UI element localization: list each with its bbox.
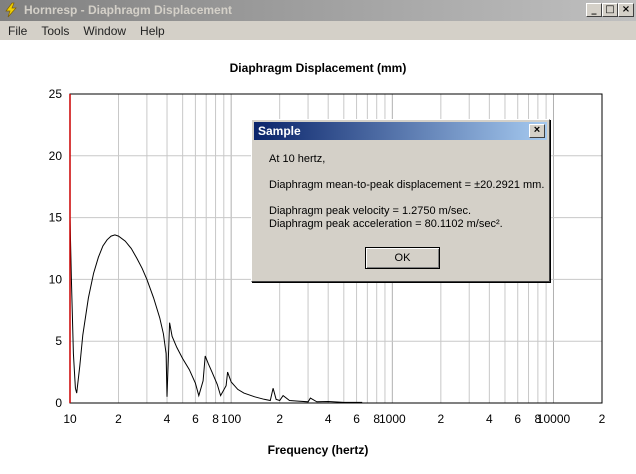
- x-tick-label: 4: [486, 412, 493, 426]
- dialog-title-bar[interactable]: Sample ×: [254, 122, 547, 140]
- dialog-acceleration-text: Diaphragm peak acceleration = 80.1102 m/…: [269, 218, 503, 230]
- x-tick-label: 10: [63, 412, 77, 426]
- y-tick-label: 5: [55, 334, 62, 348]
- y-tick-label: 25: [49, 87, 63, 101]
- x-tick-label: 6: [514, 412, 521, 426]
- x-tick-label: 2: [437, 412, 444, 426]
- x-tick-label: 10000: [537, 412, 571, 426]
- dialog-velocity-text: Diaphragm peak velocity = 1.2750 m/sec.: [269, 205, 472, 217]
- x-tick-label: 4: [325, 412, 332, 426]
- dialog-frequency-text: At 10 hertz,: [269, 153, 326, 165]
- y-tick-label: 10: [49, 272, 63, 286]
- main-window: Hornresp - Diaphragm Displacement _ □ × …: [0, 0, 636, 474]
- y-tick-label: 20: [49, 149, 63, 163]
- y-tick-label: 15: [49, 211, 63, 225]
- dialog-title: Sample: [258, 124, 301, 138]
- x-tick-label: 8: [212, 412, 219, 426]
- ok-button[interactable]: OK: [365, 247, 440, 269]
- x-tick-label: 6: [353, 412, 360, 426]
- x-tick-label: 4: [164, 412, 171, 426]
- sample-dialog: Sample × At 10 hertz, Diaphragm mean-to-…: [251, 119, 550, 282]
- dialog-close-button[interactable]: ×: [529, 124, 545, 138]
- x-tick-label: 2: [276, 412, 283, 426]
- x-tick-label: 2: [115, 412, 122, 426]
- x-tick-label: 6: [192, 412, 199, 426]
- x-tick-label: 1000: [379, 412, 406, 426]
- x-tick-label: 2: [599, 412, 606, 426]
- y-tick-label: 0: [55, 396, 62, 410]
- x-tick-label: 100: [221, 412, 241, 426]
- dialog-displacement-text: Diaphragm mean-to-peak displacement = ±2…: [269, 179, 545, 191]
